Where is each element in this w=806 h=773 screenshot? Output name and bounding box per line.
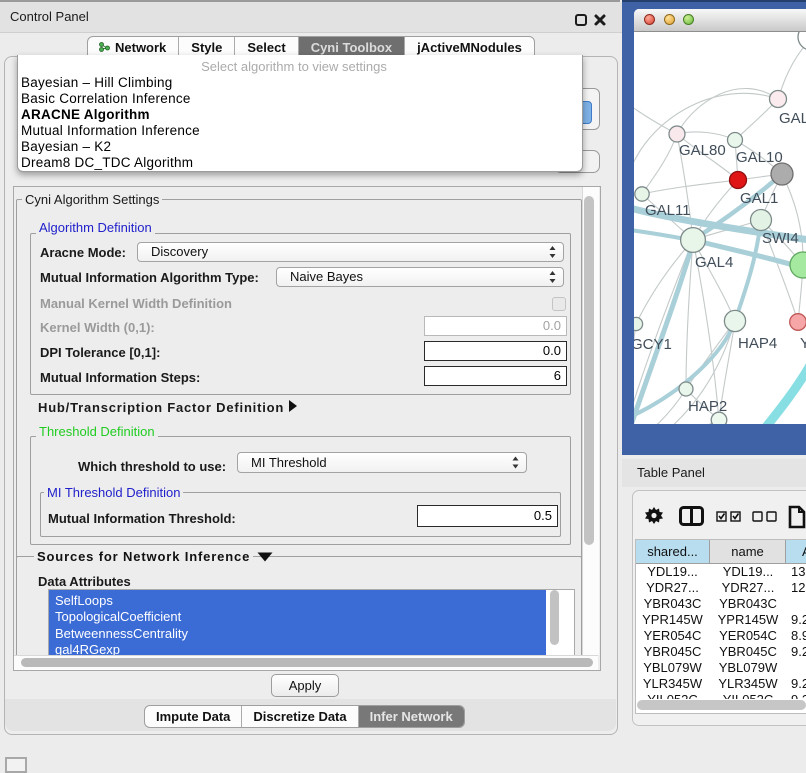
svg-text:GAL4: GAL4 — [695, 254, 733, 271]
svg-text:GAL80: GAL80 — [679, 142, 726, 159]
svg-text:GAL10: GAL10 — [736, 149, 783, 166]
svg-text:Y: Y — [800, 335, 806, 352]
svg-text:HAP4: HAP4 — [738, 335, 777, 352]
svg-text:GAL11: GAL11 — [645, 202, 691, 219]
svg-text:SWI4: SWI4 — [762, 230, 799, 247]
svg-text:GAL1: GAL1 — [740, 190, 778, 207]
svg-text:HAP2: HAP2 — [688, 398, 727, 415]
svg-text:GCY1: GCY1 — [634, 336, 672, 353]
svg-text:GAL7: GAL7 — [779, 110, 806, 127]
